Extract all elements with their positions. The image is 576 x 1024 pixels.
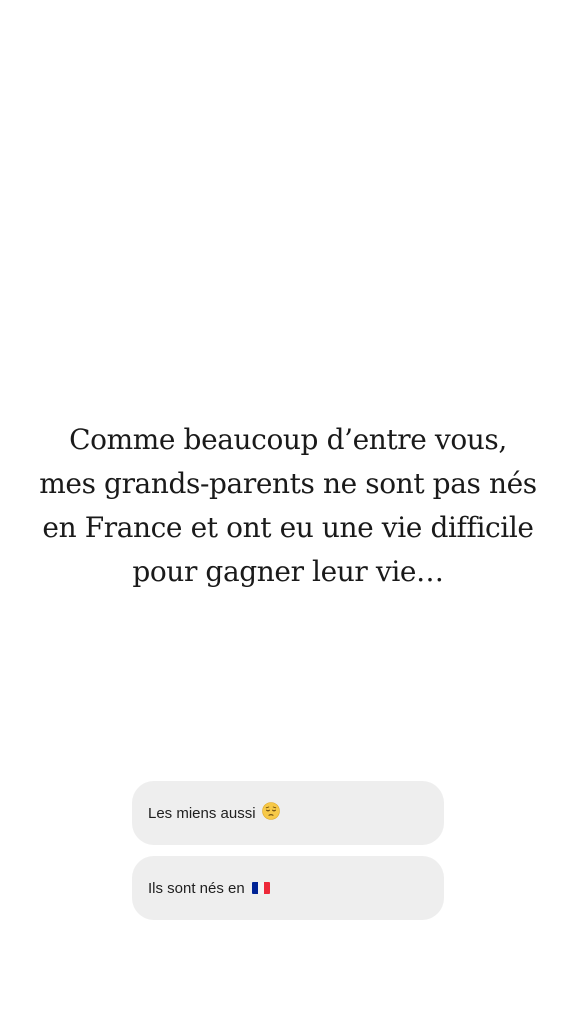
france-flag-icon bbox=[251, 882, 270, 894]
reply-option-label: Les miens aussi bbox=[148, 804, 256, 822]
reply-option-les-miens-aussi[interactable]: Les miens aussi bbox=[132, 781, 444, 845]
story-line-4: pour gagner leur vie… bbox=[132, 555, 444, 588]
story-text: Comme beaucoup d’entre vous, mes grands-… bbox=[0, 418, 576, 594]
reply-option-ils-sont-nes-en[interactable]: Ils sont nés en bbox=[132, 856, 444, 920]
story-line-2: mes grands-parents ne sont pas nés bbox=[39, 467, 537, 500]
pensive-face-emoji-icon bbox=[261, 802, 280, 824]
reply-option-label: Ils sont nés en bbox=[148, 879, 245, 897]
story-line-3: en France et ont eu une vie difficile bbox=[42, 511, 534, 544]
story-line-1: Comme beaucoup d’entre vous, bbox=[69, 423, 507, 456]
